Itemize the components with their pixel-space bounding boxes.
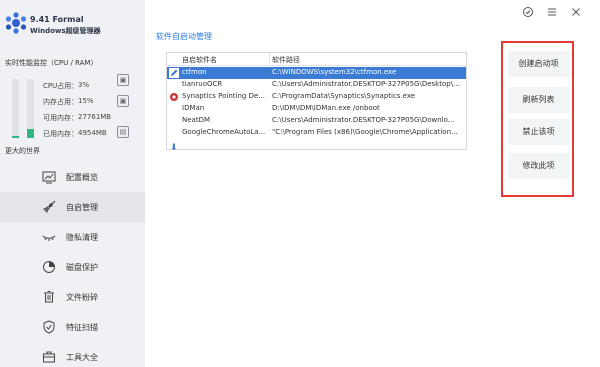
avail-label: 可用内存： xyxy=(43,114,78,122)
shield-icon xyxy=(43,320,55,334)
edit-icon xyxy=(169,68,179,78)
image-icon[interactable]: ▣ xyxy=(117,95,129,107)
cpu-value: 3% xyxy=(78,81,90,89)
menu-icon[interactable] xyxy=(546,6,558,18)
row-name: Synaptics Pointing De... xyxy=(182,92,265,100)
trash-icon xyxy=(44,291,54,303)
row-name: NeatDM xyxy=(182,116,211,124)
mem-value: 15% xyxy=(78,97,94,105)
row-name: tianruoOCR xyxy=(182,80,223,88)
disable-item-button[interactable]: 禁止该项 xyxy=(508,119,569,145)
cpu-gauge xyxy=(12,79,19,138)
table-row[interactable]: GoogleChromeAutoLa... "C:\Program Files … xyxy=(167,127,466,139)
image-icon[interactable]: ▣ xyxy=(117,74,129,86)
sidebar-section-label: 更大的世界 xyxy=(5,147,40,155)
column-header-path[interactable]: 软件路径 xyxy=(272,55,300,65)
sidebar-item-label: 工具大全 xyxy=(66,353,98,362)
table-row[interactable]: NeatDM C:\Users\Administrator.DESKTOP-32… xyxy=(167,115,466,127)
row-path: C:\WINDOWS\system32\ctfmon.exe xyxy=(272,68,397,76)
mem-label: 内存占用： xyxy=(43,98,78,106)
eye-icon xyxy=(42,235,56,241)
synaptics-icon xyxy=(170,93,178,101)
table-row[interactable]: Synaptics Pointing De... C:\ProgramData\… xyxy=(167,91,466,103)
used-label: 已用内存： xyxy=(43,130,78,138)
app-title: Windows超级管理器 xyxy=(30,27,101,35)
check-circle-icon[interactable] xyxy=(522,6,534,18)
toolbox-icon xyxy=(43,351,55,363)
sidebar-item-config-overview[interactable]: 配置概览 xyxy=(0,162,145,192)
table-header: 自启软件名 软件路径 xyxy=(167,53,466,66)
sidebar-item-label: 文件粉碎 xyxy=(66,293,98,302)
row-name: IDMan xyxy=(182,104,205,112)
sidebar-item-feature-scan[interactable]: 特征扫描 xyxy=(0,312,145,342)
row-path: C:\ProgramData\Synaptics\Synaptics.exe xyxy=(272,92,416,100)
sidebar-item-disk-protection[interactable]: 磁盘保护 xyxy=(0,252,145,282)
cpu-label: CPU占用： xyxy=(43,82,79,90)
chart-icon xyxy=(42,171,56,184)
column-divider[interactable] xyxy=(269,53,270,66)
row-name: ctfmon xyxy=(182,68,207,76)
sidebar-item-label: 特征扫描 xyxy=(66,323,98,332)
sidebar-item-label: 自启管理 xyxy=(66,203,98,212)
table-row[interactable]: ctfmon C:\WINDOWS\system32\ctfmon.exe xyxy=(167,67,466,79)
mem-stat: 内存占用： 15% xyxy=(43,97,94,107)
sidebar-item-toolbox[interactable]: 工具大全 xyxy=(0,342,145,367)
modify-item-button[interactable]: 修改此项 xyxy=(508,153,569,179)
used-mem-stat: 已用内存： 4954MB xyxy=(43,129,107,139)
sidebar-item-privacy-clean[interactable]: 隐私清理 xyxy=(0,222,145,252)
create-startup-button[interactable]: 创建启动项 xyxy=(508,51,569,77)
trash-icon[interactable]: ▤ xyxy=(117,126,129,138)
row-path: D:\IDM\IDM\IDMan.exe /onboot xyxy=(272,104,380,112)
ram-gauge xyxy=(27,79,34,138)
close-icon[interactable] xyxy=(570,6,582,18)
app-version: 9.41 Formal xyxy=(30,15,84,24)
table-row[interactable]: IDMan D:\IDM\IDM\IDMan.exe /onboot xyxy=(167,103,466,115)
app-logo-icon xyxy=(5,12,27,34)
rocket-icon xyxy=(43,200,56,213)
column-header-name[interactable]: 自启软件名 xyxy=(182,55,217,65)
sidebar: 9.41 Formal Windows超级管理器 实时性能监控（CPU / RA… xyxy=(0,0,145,367)
avail-mem-stat: 可用内存： 27761MB xyxy=(43,113,111,123)
action-panel: 创建启动项 刷新列表 禁止该项 修改此项 xyxy=(501,41,574,197)
row-name: GoogleChromeAutoLa... xyxy=(182,128,266,136)
sidebar-item-file-shredder[interactable]: 文件粉碎 xyxy=(0,282,145,312)
sidebar-item-label: 配置概览 xyxy=(66,173,98,182)
startup-table: 自启软件名 软件路径 ctfmon C:\WINDOWS\system32\ct… xyxy=(166,52,467,153)
monitor-title: 实时性能监控（CPU / RAM） xyxy=(5,59,98,67)
sidebar-item-label: 磁盘保护 xyxy=(66,263,98,272)
used-value: 4954MB xyxy=(78,129,107,137)
row-path: "C:\Program Files (x86)\Google\Chrome\Ap… xyxy=(272,128,458,136)
section-title: 软件自启动管理 xyxy=(156,32,212,41)
refresh-list-button[interactable]: 刷新列表 xyxy=(508,87,569,113)
table-row[interactable]: tianruoOCR C:\Users\Administrator.DESKTO… xyxy=(167,79,466,91)
avail-value: 27761MB xyxy=(78,113,112,121)
row-path: C:\Users\Administrator.DESKTOP-327P05G\D… xyxy=(272,116,455,124)
sidebar-item-label: 隐私清理 xyxy=(66,233,98,242)
download-arrow-icon: ⬇ xyxy=(170,143,178,153)
cpu-stat: CPU占用： 3% xyxy=(43,81,89,91)
row-path: C:\Users\Administrator.DESKTOP-327P05G\D… xyxy=(272,80,460,88)
pie-icon xyxy=(43,261,55,273)
sidebar-item-startup-manager[interactable]: 自启管理 xyxy=(0,192,145,222)
